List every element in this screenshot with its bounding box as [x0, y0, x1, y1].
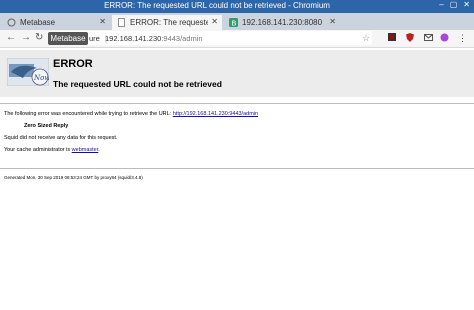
bookmark-star-icon[interactable]: ☆ [362, 33, 370, 44]
tab-ip-8080[interactable]: B 192.168.141.230:8080/e ✕ [224, 15, 340, 30]
tab-metabase[interactable]: Metabase ✕ [2, 15, 110, 30]
cache-admin-line: Your cache administrator is webmaster. [4, 147, 100, 153]
page-subtitle: The requested URL could not be retrieved [53, 79, 222, 89]
close-tab-icon[interactable]: ✕ [329, 17, 336, 26]
page-content: Now ERROR The requested URL could not be… [0, 48, 474, 310]
extension-icon[interactable] [388, 33, 396, 43]
svg-text:Now: Now [33, 74, 49, 82]
close-tab-icon[interactable]: ✕ [99, 17, 106, 26]
site-favicon-icon: B [229, 18, 238, 28]
forward-icon[interactable]: → [21, 32, 31, 43]
url-text: 192.168.141.230:9443/admin [105, 34, 203, 43]
close-tab-icon[interactable]: ✕ [211, 17, 218, 26]
tab-label: 192.168.141.230:8080/e [242, 18, 322, 27]
menu-icon[interactable]: ⋮ [458, 33, 467, 44]
divider [0, 103, 474, 104]
globe-icon [7, 18, 16, 27]
url-port-path: :9443/admin [161, 34, 203, 43]
requested-url-link[interactable]: http://192.168.141.230:9443/admin [173, 111, 258, 117]
window-titlebar: ERROR: The requested URL could not be re… [0, 0, 474, 13]
minimize-icon[interactable]: – [439, 0, 443, 9]
error-name: Zero Sized Reply [24, 123, 69, 129]
back-icon[interactable]: ← [6, 32, 16, 43]
document-icon [117, 18, 126, 27]
window-title: ERROR: The requested URL could not be re… [104, 1, 330, 10]
address-bar[interactable]: ure | 192.168.141.230:9443/admin [48, 31, 372, 45]
webmaster-link[interactable]: webmaster [72, 147, 99, 153]
shield-icon[interactable] [406, 33, 414, 44]
page-footer: Generated Mon, 30 Sep 2019 08:53:24 GMT … [4, 175, 143, 180]
tab-strip: Metabase ✕ ERROR: The requested U ✕ B 19… [0, 13, 474, 30]
error-explanation: Squid did not receive any data for this … [4, 135, 118, 141]
page-title: ERROR [53, 58, 93, 70]
squid-logo: Now [6, 57, 50, 87]
close-window-icon[interactable]: ✕ [463, 0, 470, 9]
window-controls: – ▢ ✕ [433, 0, 470, 9]
security-label: ure [89, 34, 100, 43]
tab-error[interactable]: ERROR: The requested U ✕ [112, 15, 222, 30]
reload-icon[interactable]: ↻ [35, 32, 43, 43]
blocker-icon[interactable] [440, 33, 449, 44]
tooltip: Metabase [48, 32, 88, 45]
error-line-prefix: The following error was encountered whil… [4, 111, 172, 117]
maximize-icon[interactable]: ▢ [450, 0, 458, 9]
tab-label: ERROR: The requested U [130, 18, 208, 27]
svg-text:B: B [232, 20, 237, 28]
tab-label: Metabase [20, 18, 56, 27]
error-line-url: The following error was encountered whil… [4, 111, 258, 117]
mail-icon[interactable] [424, 33, 433, 43]
cache-admin-prefix: Your cache administrator is [4, 147, 71, 153]
cache-admin-suffix: . [98, 147, 100, 153]
error-banner: Now ERROR The requested URL could not be… [0, 50, 474, 97]
divider [0, 168, 474, 169]
url-host: 192.168.141.230 [105, 34, 162, 43]
